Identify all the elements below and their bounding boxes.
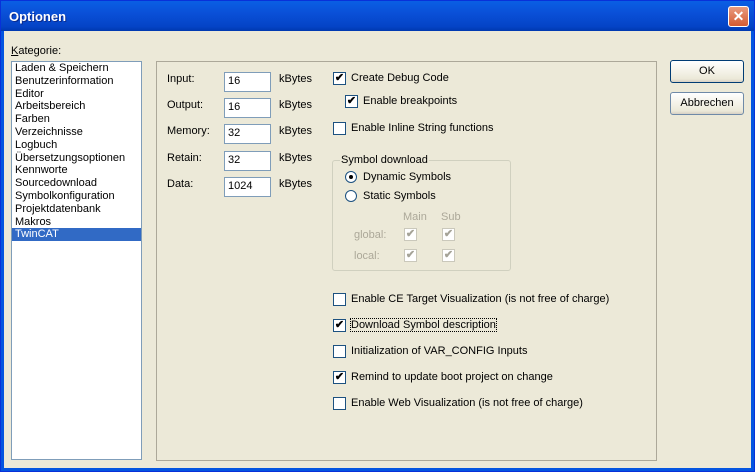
output-size-field[interactable]: 16 <box>224 98 271 118</box>
category-item[interactable]: Laden & Speichern <box>12 62 141 75</box>
category-item[interactable]: Editor <box>12 88 141 101</box>
close-button[interactable]: ✕ <box>728 6 749 27</box>
category-item[interactable]: Projektdatenbank <box>12 203 141 216</box>
category-item[interactable]: Sourcedownload <box>12 177 141 190</box>
retain-size-field[interactable]: 32 <box>224 151 271 171</box>
close-icon: ✕ <box>732 8 745 24</box>
download-symbol-description-label: Download Symbol description <box>350 318 497 332</box>
var-config-init-label: Initialization of VAR_CONFIG Inputs <box>351 345 528 357</box>
category-item[interactable]: TwinCAT <box>12 228 141 242</box>
enable-breakpoints-checkbox[interactable]: ✔ <box>345 95 358 108</box>
data-size-field[interactable]: 1024 <box>224 177 271 197</box>
window-frame-right <box>751 31 754 471</box>
window-title: Optionen <box>9 9 67 24</box>
memory-unit: kBytes <box>279 125 313 137</box>
local-main-checkbox[interactable]: ✔ <box>404 249 417 262</box>
ce-target-visualization-label: Enable CE Target Visualization (is not f… <box>351 293 610 305</box>
retain-label: Retain: <box>167 152 202 164</box>
global-main-checkbox[interactable]: ✔ <box>404 228 417 241</box>
global-sub-checkbox[interactable]: ✔ <box>442 228 455 241</box>
data-unit: kBytes <box>279 178 313 190</box>
input-label: Input: <box>167 73 195 85</box>
category-label: Kategorie: <box>11 45 62 57</box>
dynamic-symbols-label: Dynamic Symbols <box>363 171 452 183</box>
memory-label: Memory: <box>167 125 210 137</box>
ce-target-visualization-checkbox[interactable] <box>333 293 346 306</box>
category-item[interactable]: Übersetzungsoptionen <box>12 152 141 165</box>
category-item[interactable]: Arbeitsbereich <box>12 100 141 113</box>
var-config-init-checkbox[interactable] <box>333 345 346 358</box>
symbol-download-title: Symbol download <box>340 154 429 166</box>
output-unit: kBytes <box>279 99 313 111</box>
cancel-button[interactable]: Abbrechen <box>670 92 744 115</box>
local-sub-checkbox[interactable]: ✔ <box>442 249 455 262</box>
global-row-label: global: <box>354 229 387 241</box>
web-visualization-checkbox[interactable] <box>333 397 346 410</box>
retain-unit: kBytes <box>279 152 313 164</box>
data-label: Data: <box>167 178 194 190</box>
output-label: Output: <box>167 99 204 111</box>
category-item[interactable]: Symbolkonfiguration <box>12 190 141 203</box>
input-size-field[interactable]: 16 <box>224 72 271 92</box>
input-unit: kBytes <box>279 73 313 85</box>
static-symbols-label: Static Symbols <box>363 190 436 202</box>
remind-boot-project-checkbox[interactable]: ✔ <box>333 371 346 384</box>
static-symbols-radio[interactable] <box>345 190 357 202</box>
category-item[interactable]: Farben <box>12 113 141 126</box>
window-frame-bottom <box>1 468 754 471</box>
window-frame-left <box>1 31 4 471</box>
create-debug-checkbox[interactable]: ✔ <box>333 72 346 85</box>
category-item[interactable]: Logbuch <box>12 139 141 152</box>
ok-button[interactable]: OK <box>670 60 744 83</box>
inline-string-label: Enable Inline String functions <box>351 122 494 134</box>
category-item[interactable]: Makros <box>12 216 141 229</box>
category-item[interactable]: Kennworte <box>12 164 141 177</box>
dynamic-symbols-radio[interactable] <box>345 171 357 183</box>
memory-size-field[interactable]: 32 <box>224 124 271 144</box>
main-column-header: Main <box>403 211 427 223</box>
sub-column-header: Sub <box>441 211 461 223</box>
web-visualization-label: Enable Web Visualization (is not free of… <box>351 397 583 409</box>
category-item[interactable]: Verzeichnisse <box>12 126 141 139</box>
inline-string-checkbox[interactable] <box>333 122 346 135</box>
local-row-label: local: <box>354 250 380 262</box>
create-debug-label: Create Debug Code <box>351 72 449 84</box>
enable-breakpoints-label: Enable breakpoints <box>363 95 458 107</box>
download-symbol-description-checkbox[interactable]: ✔ <box>333 319 346 332</box>
remind-boot-project-label: Remind to update boot project on change <box>351 371 553 383</box>
category-item[interactable]: Benutzerinformation <box>12 75 141 88</box>
title-bar[interactable]: Optionen ✕ <box>1 1 754 31</box>
category-listbox[interactable]: Laden & Speichern Benutzerinformation Edit… <box>11 61 142 460</box>
